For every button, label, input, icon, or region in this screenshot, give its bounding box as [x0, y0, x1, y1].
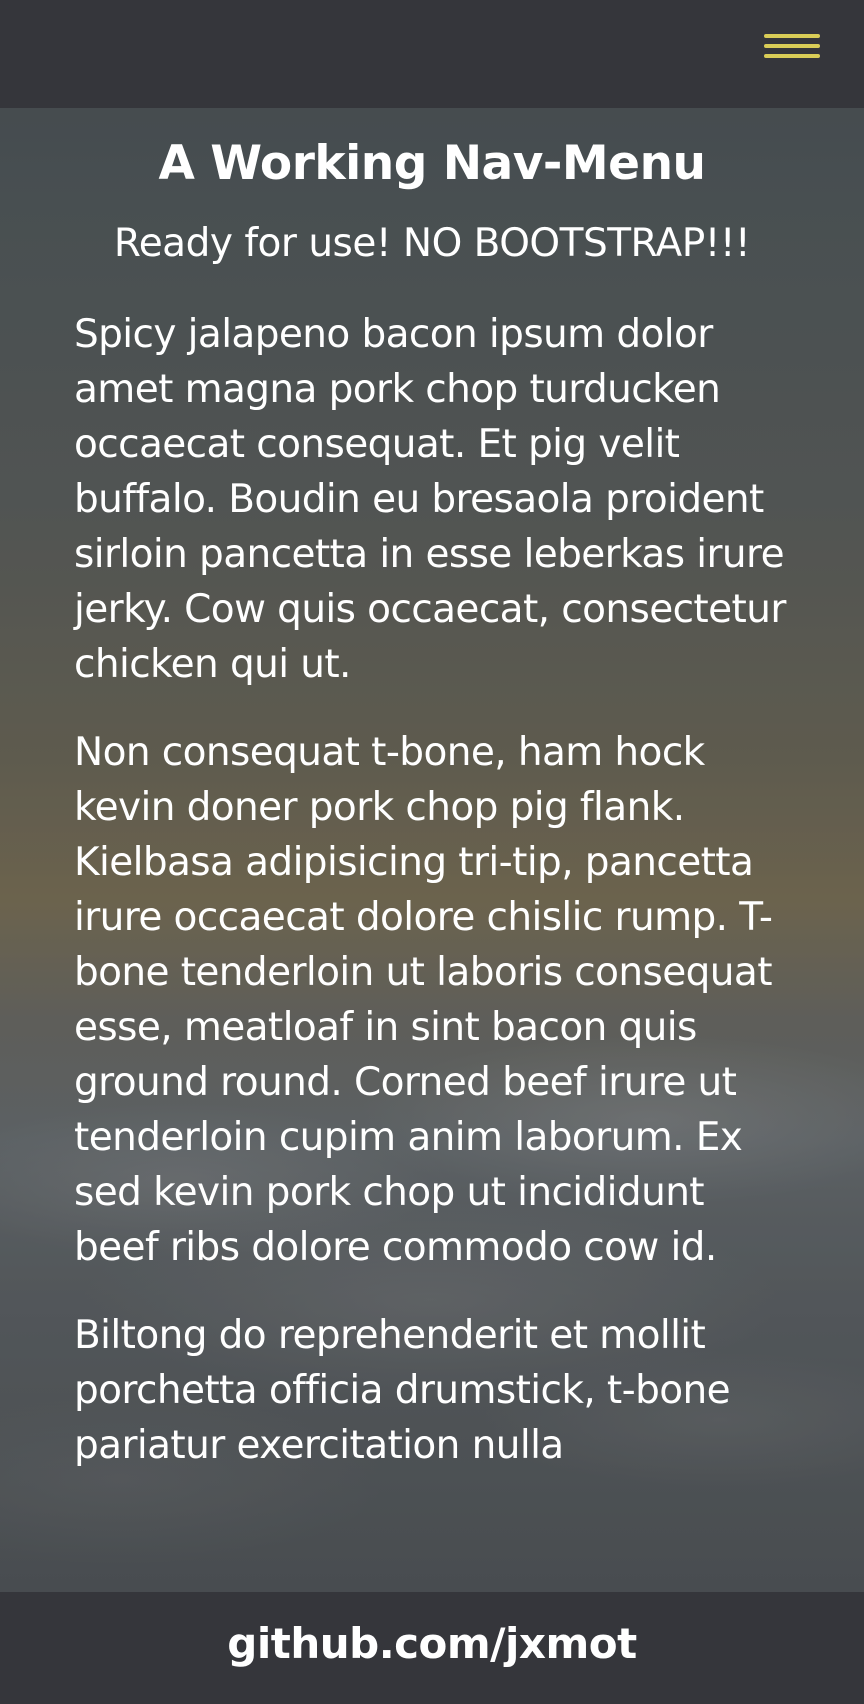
menu-bar-top — [764, 34, 820, 38]
page-subtitle: Ready for use! NO BOOTSTRAP!!! — [113, 221, 751, 266]
footer-bar: github.com/jxmot — [0, 1592, 864, 1704]
main-content: A Working Nav-Menu Ready for use! NO BOO… — [0, 108, 864, 1592]
body-text: Spicy jalapeno bacon ipsum dolor amet ma… — [0, 307, 864, 1473]
page-title: A Working Nav-Menu — [158, 136, 706, 191]
paragraph-3: Biltong do reprehenderit et mollit porch… — [74, 1313, 731, 1468]
menu-bar-middle — [764, 44, 820, 48]
menu-bar-bottom — [764, 54, 820, 58]
paragraph-1: Spicy jalapeno bacon ipsum dolor amet ma… — [74, 312, 786, 687]
top-navbar — [0, 0, 864, 108]
paragraph-2: Non consequat t-bone, ham hock kevin don… — [74, 730, 773, 1270]
github-link[interactable]: github.com/jxmot — [227, 1619, 637, 1668]
hamburger-menu-icon[interactable] — [764, 32, 820, 64]
